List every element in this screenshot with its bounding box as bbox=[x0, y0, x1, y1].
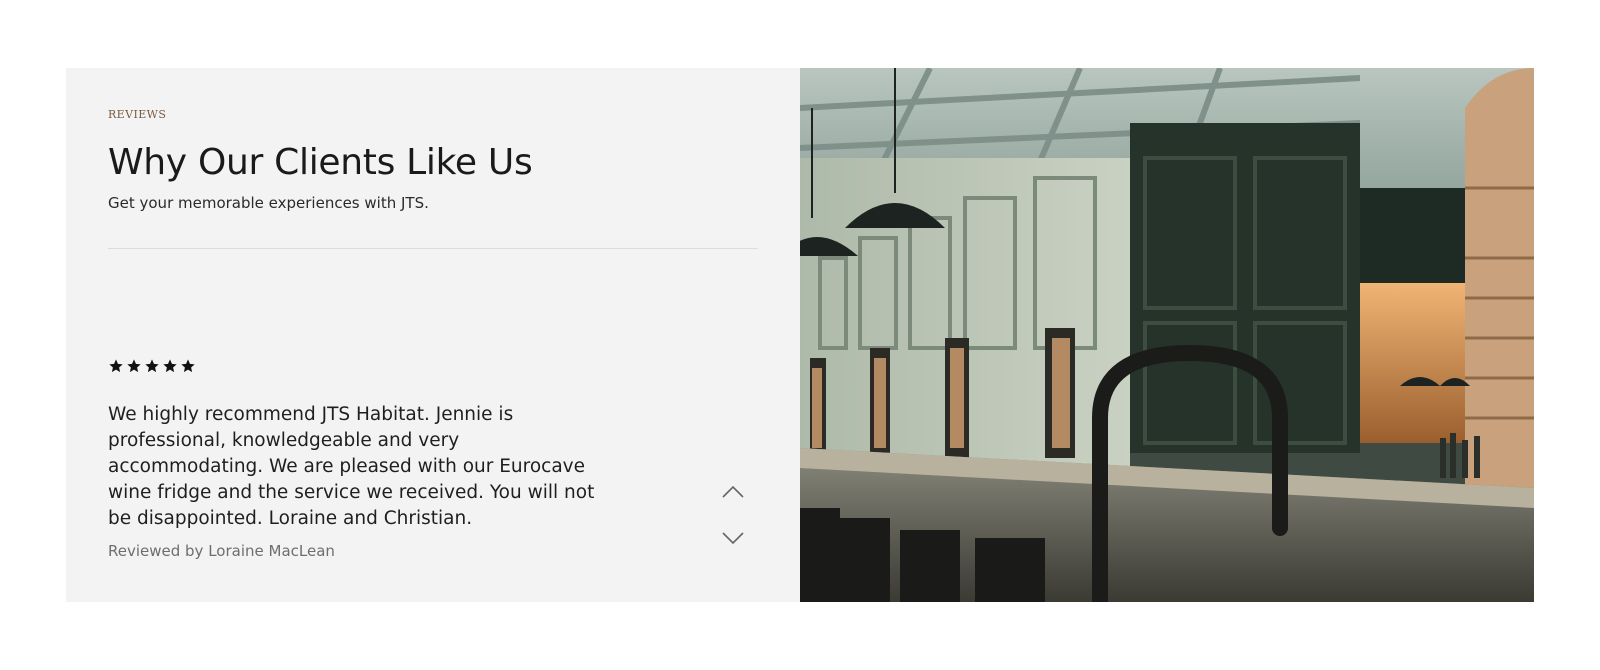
section-subtitle: Get your memorable experiences with JTS. bbox=[108, 194, 429, 212]
reviewer-name: Reviewed by Loraine MacLean bbox=[108, 542, 335, 560]
chevron-up-icon bbox=[722, 485, 744, 498]
divider bbox=[108, 248, 758, 249]
star-icon bbox=[127, 359, 141, 373]
section-title: Why Our Clients Like Us bbox=[108, 142, 533, 183]
review-text: We highly recommend JTS Habitat. Jennie … bbox=[108, 404, 595, 529]
restaurant-bar-photo bbox=[800, 68, 1534, 602]
chevron-down-icon bbox=[722, 532, 744, 545]
photo-illustration bbox=[800, 68, 1534, 602]
star-icon bbox=[145, 359, 159, 373]
section-eyebrow: REVIEWS bbox=[108, 108, 167, 121]
star-icon bbox=[163, 359, 177, 373]
reviews-section: REVIEWS Why Our Clients Like Us Get your… bbox=[66, 68, 1534, 602]
previous-review-button[interactable] bbox=[718, 480, 748, 504]
star-rating bbox=[108, 358, 196, 374]
next-review-button[interactable] bbox=[718, 526, 748, 550]
reviews-panel: REVIEWS Why Our Clients Like Us Get your… bbox=[66, 68, 800, 602]
star-icon bbox=[181, 359, 195, 373]
star-icon bbox=[109, 359, 123, 373]
